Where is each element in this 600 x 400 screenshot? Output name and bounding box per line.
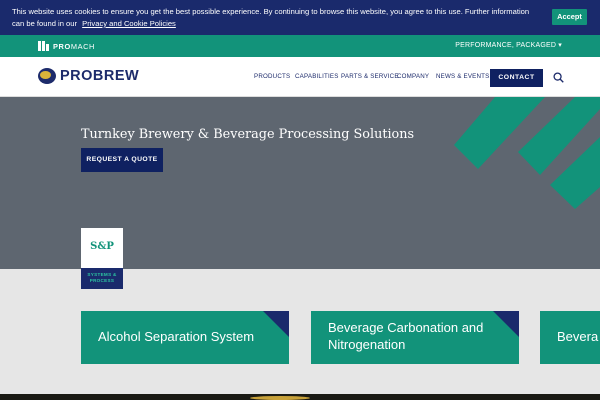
card-corner (263, 311, 289, 337)
request-quote-button[interactable]: REQUEST A QUOTE (81, 148, 163, 172)
sp-badge-label: SYSTEMS & PROCESS (81, 268, 123, 289)
next-section-preview (0, 364, 600, 400)
sp-badge-line2: PROCESS (89, 278, 115, 283)
hero-title: Turnkey Brewery & Beverage Processing So… (81, 127, 415, 142)
sp-badge-mark: S&P (81, 228, 123, 268)
search-icon[interactable] (553, 72, 564, 83)
privacy-policy-link[interactable]: Privacy and Cookie Policies (82, 19, 176, 28)
card-label: Alcohol Separation System (98, 329, 255, 344)
nav-company[interactable]: COMPANY (397, 73, 429, 80)
probrew-logo[interactable]: PROBREW (38, 68, 139, 84)
promach-logo-bold: PRO (53, 41, 71, 51)
nav-capabilities[interactable]: CAPABILITIES (295, 73, 339, 80)
nav-parts-service[interactable]: PARTS & SERVICE (341, 73, 399, 80)
amber-glow (250, 396, 310, 400)
contact-button[interactable]: CONTACT (490, 69, 543, 87)
probrew-emblem-icon (38, 68, 56, 84)
cookie-banner: This website uses cookies to ensure you … (0, 0, 600, 35)
promach-logo[interactable]: PROMACH (38, 40, 95, 52)
performance-packaged-dropdown[interactable]: PERFORMANCE, PACKAGED ▾ (455, 41, 562, 49)
nav-news-events[interactable]: NEWS & EVENTS (436, 73, 489, 80)
card-alcohol-separation[interactable]: Alcohol Separation System (81, 311, 289, 364)
probrew-wordmark: PROBREW (60, 68, 140, 84)
promach-logo-light: MACH (70, 41, 95, 51)
card-beverage-carbonation[interactable]: Beverage Carbonation and Nitrogenation (311, 311, 519, 364)
site-header: PROBREW PRODUCTS CAPABILITIES PARTS & SE… (0, 57, 600, 97)
nav-products[interactable]: PRODUCTS (254, 73, 290, 80)
hero-decorative-stripes (454, 97, 600, 209)
card-label: Bevera (557, 329, 599, 344)
promach-bars-icon (38, 41, 50, 51)
card-partial[interactable]: Bevera (540, 311, 600, 364)
promach-logo-text: PROMACH (53, 42, 95, 51)
promach-bar: PROMACH PERFORMANCE, PACKAGED ▾ (0, 35, 600, 57)
accept-cookies-button[interactable]: Accept (552, 9, 587, 25)
cookie-text-block: This website uses cookies to ensure you … (12, 6, 532, 30)
card-label: Beverage Carbonation and Nitrogenation (328, 320, 484, 352)
card-corner (493, 311, 519, 337)
